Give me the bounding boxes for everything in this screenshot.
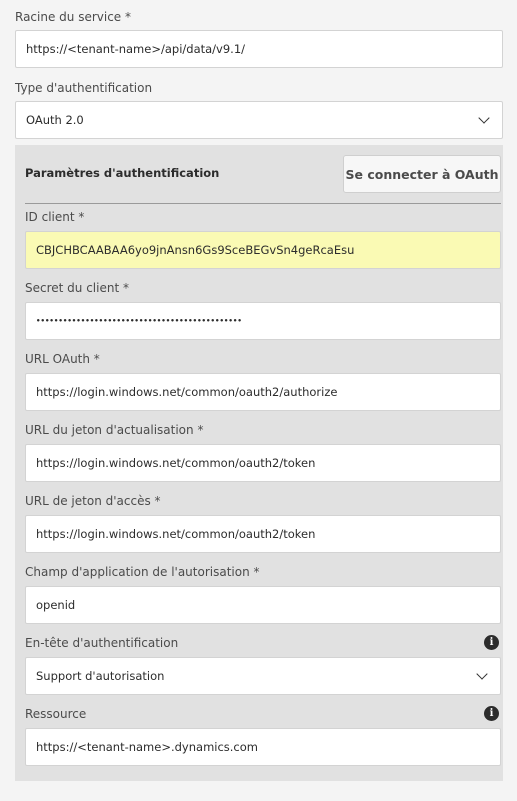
chevron-down-icon bbox=[478, 112, 490, 124]
oauth-url-label: URL OAuth * bbox=[25, 352, 100, 366]
client-secret-label: Secret du client * bbox=[25, 281, 129, 295]
client-id-label: ID client * bbox=[25, 210, 85, 224]
client-id-input[interactable]: CBJCHBCAABAA6yo9jnAnsn6Gs9SceBEGvSn4geRc… bbox=[25, 231, 501, 269]
auth-header-label: En-tête d'authentification bbox=[25, 636, 179, 650]
auth-type-select[interactable]: OAuth 2.0 bbox=[15, 101, 503, 139]
panel-divider bbox=[25, 203, 501, 204]
auth-header-value: Support d'autorisation bbox=[36, 669, 165, 683]
info-icon[interactable]: i bbox=[484, 635, 499, 650]
chevron-down-icon bbox=[476, 668, 488, 680]
oauth-url-input[interactable]: https://login.windows.net/common/oauth2/… bbox=[25, 373, 501, 411]
access-token-url-input[interactable]: https://login.windows.net/common/oauth2/… bbox=[25, 515, 501, 553]
auth-type-label: Type d'authentification bbox=[15, 81, 153, 95]
refresh-token-url-input[interactable]: https://login.windows.net/common/oauth2/… bbox=[25, 444, 501, 482]
refresh-token-url-label: URL du jeton d'actualisation * bbox=[25, 423, 204, 437]
scope-label: Champ d'application de l'autorisation * bbox=[25, 565, 260, 579]
scope-input[interactable]: openid bbox=[25, 586, 501, 624]
auth-params-title: Paramètres d'authentification bbox=[25, 166, 220, 180]
access-token-url-label: URL de jeton d'accès * bbox=[25, 494, 161, 508]
service-root-label: Racine du service * bbox=[15, 10, 131, 24]
auth-header-select[interactable]: Support d'autorisation bbox=[25, 657, 501, 695]
client-secret-input[interactable]: ••••••••••••••••••••••••••••••••••••••••… bbox=[25, 302, 501, 340]
connect-oauth-button[interactable]: Se connecter à OAuth bbox=[343, 155, 501, 193]
service-root-input[interactable]: https://<tenant-name>/api/data/v9.1/ bbox=[15, 30, 503, 68]
auth-type-value: OAuth 2.0 bbox=[26, 113, 84, 127]
resource-input[interactable]: https://<tenant-name>.dynamics.com bbox=[25, 728, 501, 766]
info-icon[interactable]: i bbox=[484, 706, 499, 721]
resource-label: Ressource bbox=[25, 707, 87, 721]
